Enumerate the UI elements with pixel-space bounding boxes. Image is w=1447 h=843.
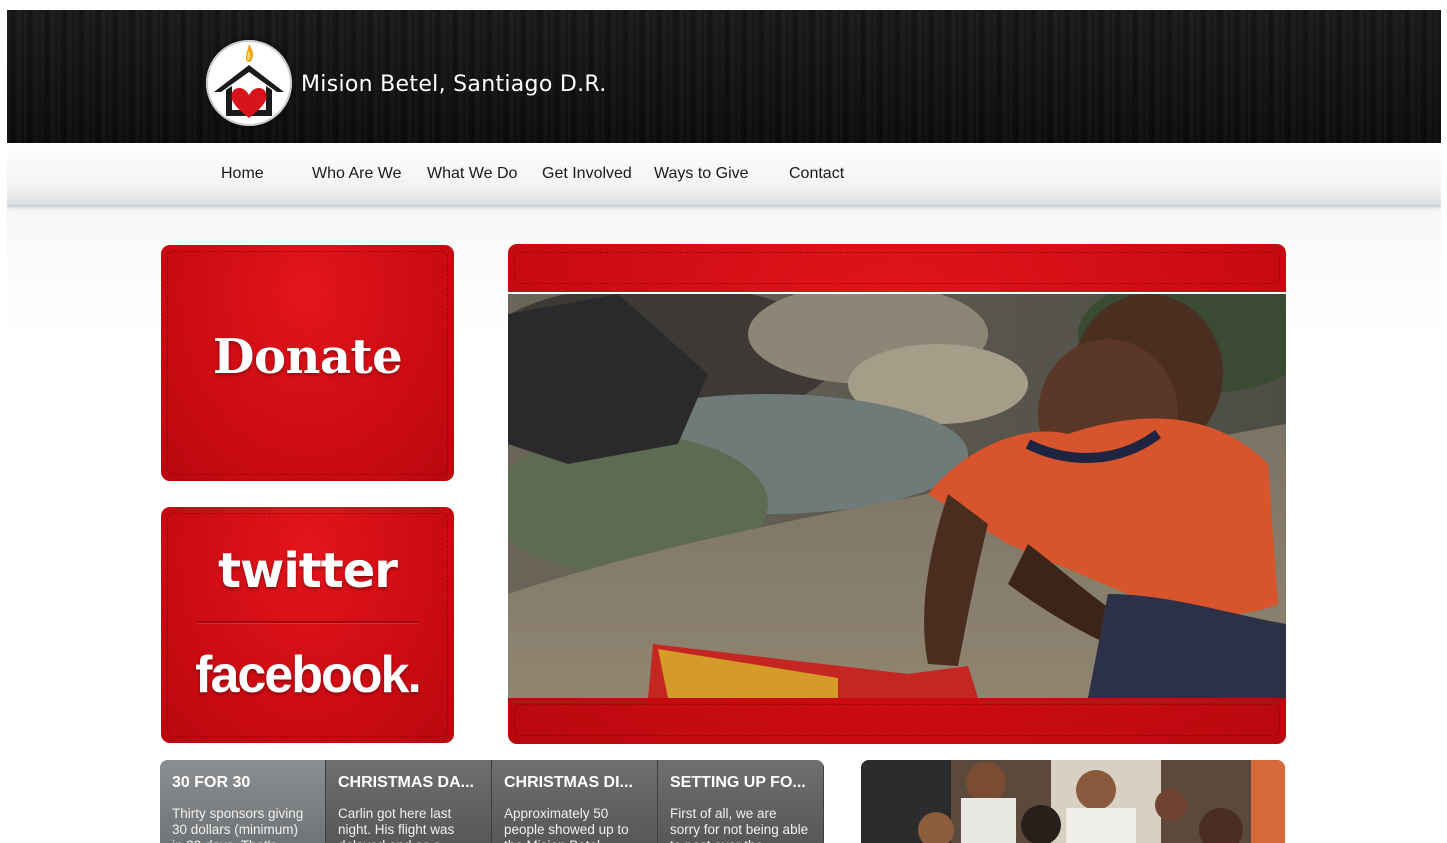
news-item[interactable]: CHRISTMAS DI... Approximately 50 people … <box>492 760 658 843</box>
photo-slider[interactable] <box>508 244 1286 744</box>
gallery-photo-children[interactable] <box>861 760 1285 843</box>
site-header: Mision Betel, Santiago D.R. <box>7 10 1441 143</box>
donate-label: Donate <box>212 329 403 385</box>
house-heart-icon <box>214 44 284 118</box>
news-title: CHRISTMAS DI... <box>504 774 633 791</box>
news-excerpt: First of all, we are sorry for not being… <box>670 806 809 843</box>
nav-item-get-involved[interactable]: Get Involved <box>542 165 632 183</box>
donate-button[interactable]: Donate <box>161 245 454 481</box>
facebook-link[interactable]: facebook. <box>161 645 454 705</box>
news-title: SETTING UP FO... <box>670 774 806 791</box>
news-title: CHRISTMAS DA... <box>338 774 474 791</box>
social-divider <box>197 621 418 623</box>
social-panel: twitter facebook. <box>161 507 454 743</box>
site-logo[interactable] <box>206 40 292 126</box>
stitch-top <box>514 252 1280 284</box>
news-item[interactable]: SETTING UP FO... First of all, we are so… <box>658 760 824 843</box>
main-nav: Home Who Are We What We Do Get Involved … <box>7 143 1441 206</box>
news-item[interactable]: CHRISTMAS DA... Carlin got here last nig… <box>326 760 492 843</box>
news-title: 30 FOR 30 <box>172 774 251 791</box>
news-item[interactable]: 30 FOR 30 Thirty sponsors giving 30 doll… <box>160 760 326 843</box>
nav-item-contact[interactable]: Contact <box>789 165 844 183</box>
news-excerpt: Approximately 50 people showed up to the… <box>504 806 629 843</box>
nav-item-ways-to-give[interactable]: Ways to Give <box>654 165 749 183</box>
nav-item-who-are-we[interactable]: Who Are We <box>312 165 402 183</box>
news-bar: 30 FOR 30 Thirty sponsors giving 30 doll… <box>160 760 824 843</box>
twitter-link[interactable]: twitter <box>161 543 454 599</box>
site-title[interactable]: Mision Betel, Santiago D.R. <box>301 72 607 97</box>
news-excerpt: Carlin got here last night. His flight w… <box>338 806 455 843</box>
page-frame: Mision Betel, Santiago D.R. Home Who Are… <box>7 10 1441 843</box>
nav-item-home[interactable]: Home <box>221 165 264 183</box>
stitch-bottom <box>514 704 1280 736</box>
nav-item-what-we-do[interactable]: What We Do <box>427 165 517 183</box>
news-excerpt: Thirty sponsors giving 30 dollars (minim… <box>172 806 304 843</box>
slide-photo-boy <box>508 292 1286 698</box>
